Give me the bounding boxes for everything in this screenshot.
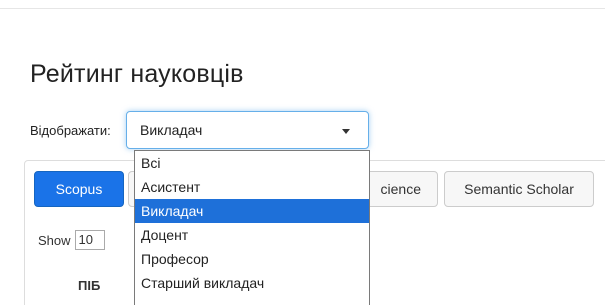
caret-down-icon xyxy=(342,129,350,134)
display-filter-row: Відображати: xyxy=(30,111,117,149)
dropdown-option-all[interactable]: Всі xyxy=(135,151,369,175)
page-title: Рейтинг науковців xyxy=(30,60,244,88)
column-header-name[interactable]: ПІБ xyxy=(78,278,100,293)
display-filter-dropdown: Всі Асистент Викладач Доцент Професор Ст… xyxy=(134,150,370,305)
show-label: Show xyxy=(38,232,71,248)
page-size-control: Show 10 xyxy=(38,230,105,250)
dropdown-option-professor[interactable]: Професор xyxy=(135,247,369,271)
dropdown-option-docent[interactable]: Доцент xyxy=(135,223,369,247)
display-filter-select[interactable]: Викладач xyxy=(126,111,369,149)
page-size-select[interactable]: 10 xyxy=(74,230,105,250)
dropdown-option-lecturer[interactable]: Викладач xyxy=(135,199,369,223)
dropdown-option-assistant[interactable]: Асистент xyxy=(135,175,369,199)
display-filter-label: Відображати: xyxy=(30,122,111,138)
display-filter-value: Викладач xyxy=(140,122,203,138)
tab-scopus[interactable]: Scopus xyxy=(34,171,124,207)
dropdown-option-senior-lecturer[interactable]: Старший викладач xyxy=(135,271,369,295)
tab-semantic-scholar[interactable]: Semantic Scholar xyxy=(444,171,594,207)
header-divider xyxy=(0,8,605,9)
